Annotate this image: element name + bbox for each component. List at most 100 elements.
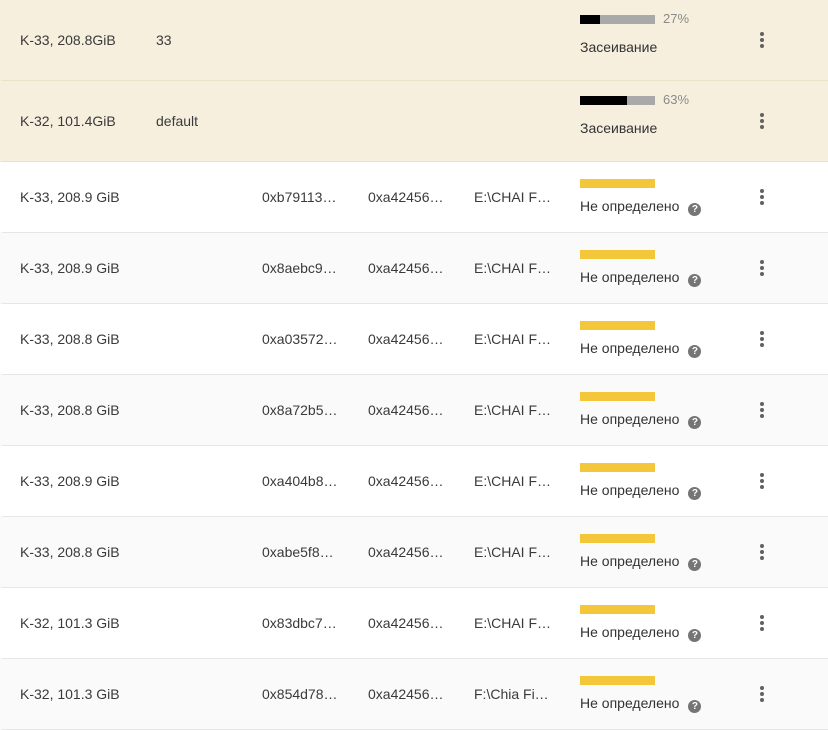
plot-row: K-33, 208.9 GiB 0x8aebc9… 0xa42456… E:\C… — [0, 233, 828, 304]
status-label: Не определено? — [580, 198, 702, 216]
status-label: Не определено? — [580, 695, 702, 713]
more-vert-icon[interactable] — [753, 186, 771, 208]
status-label: Не определено? — [580, 411, 702, 429]
plot-status: Не определено? — [580, 588, 730, 658]
status-text: Не определено — [580, 624, 680, 640]
status-bar — [580, 250, 655, 259]
farmer-public-key: 0xb79113… — [262, 189, 337, 205]
more-vert-icon[interactable] — [753, 29, 771, 51]
status-label: Засеивание — [580, 120, 658, 136]
status-text: Не определено — [580, 553, 680, 569]
status-bar — [580, 179, 655, 188]
plot-size: K-33, 208.8 GiB — [20, 544, 120, 560]
more-vert-icon[interactable] — [753, 541, 771, 563]
status-label: Не определено? — [580, 553, 702, 571]
status-text: Не определено — [580, 340, 680, 356]
help-circle-icon[interactable]: ? — [688, 700, 702, 713]
plot-path: E:\CHAI F… — [474, 189, 552, 205]
pool-public-key: 0xa42456… — [368, 189, 444, 205]
plotting-row: K-32, 101.4GiB default 63% Засеивание — [0, 81, 828, 162]
more-vert-icon[interactable] — [753, 257, 771, 279]
plot-row: K-33, 208.8 GiB 0x8a72b5… 0xa42456… E:\C… — [0, 375, 828, 446]
plot-size: K-33, 208.9 GiB — [20, 189, 120, 205]
farmer-public-key: 0x8aebc9… — [262, 260, 337, 276]
pool-public-key: 0xa42456… — [368, 402, 444, 418]
plot-row: K-33, 208.8 GiB 0xa03572… 0xa42456… E:\C… — [0, 304, 828, 375]
pool-public-key: 0xa42456… — [368, 615, 444, 631]
status-label: Не определено? — [580, 340, 702, 358]
pool-public-key: 0xa42456… — [368, 260, 444, 276]
status-bar — [580, 321, 655, 330]
status-text: Не определено — [580, 695, 680, 711]
pool-public-key: 0xa42456… — [368, 331, 444, 347]
plot-size: K-33, 208.8GiB — [20, 32, 116, 48]
plot-size: K-33, 208.8 GiB — [20, 331, 120, 347]
plot-path: E:\CHAI F… — [474, 402, 552, 418]
progress-percent: 63% — [663, 92, 690, 107]
more-vert-icon[interactable] — [753, 328, 771, 350]
plot-status: Не определено? — [580, 233, 730, 303]
status-bar — [580, 605, 655, 614]
plot-size: K-33, 208.8 GiB — [20, 402, 120, 418]
status-bar — [580, 676, 655, 685]
farmer-public-key: 0x854d78… — [262, 686, 338, 702]
queue-name: 33 — [156, 32, 172, 48]
farmer-public-key: 0xa03572… — [262, 331, 338, 347]
plot-status: 27% Засеивание — [580, 0, 730, 80]
pool-public-key: 0xa42456… — [368, 686, 444, 702]
plot-path: E:\CHAI F… — [474, 544, 552, 560]
plotting-row: K-33, 208.8GiB 33 27% Засеивание — [0, 0, 828, 81]
status-text: Не определено — [580, 482, 680, 498]
status-bar — [580, 463, 655, 472]
progress-percent: 27% — [663, 11, 690, 26]
plot-size: K-32, 101.3 GiB — [20, 615, 120, 631]
plot-status: Не определено? — [580, 446, 730, 516]
progress-fill — [580, 15, 601, 24]
status-label: Не определено? — [580, 624, 702, 642]
help-circle-icon[interactable]: ? — [688, 487, 702, 500]
progress-bar — [580, 15, 655, 24]
pool-public-key: 0xa42456… — [368, 473, 444, 489]
status-label: Засеивание — [580, 39, 658, 55]
status-bar — [580, 534, 655, 543]
more-vert-icon[interactable] — [753, 110, 771, 132]
plot-row: K-33, 208.8 GiB 0xabe5f8… 0xa42456… E:\C… — [0, 517, 828, 588]
help-circle-icon[interactable]: ? — [688, 558, 702, 571]
more-vert-icon[interactable] — [753, 470, 771, 492]
plot-path: E:\CHAI F… — [474, 473, 552, 489]
status-text: Не определено — [580, 411, 680, 427]
status-text: Не определено — [580, 269, 680, 285]
pool-public-key: 0xa42456… — [368, 544, 444, 560]
plot-status: Не определено? — [580, 517, 730, 587]
plot-path: E:\CHAI F… — [474, 331, 552, 347]
farmer-public-key: 0x8a72b5… — [262, 402, 338, 418]
plot-row: K-33, 208.9 GiB 0xa404b8… 0xa42456… E:\C… — [0, 446, 828, 517]
help-circle-icon[interactable]: ? — [688, 416, 702, 429]
plot-row: K-33, 208.9 GiB 0xb79113… 0xa42456… E:\C… — [0, 162, 828, 233]
farmer-public-key: 0xa404b8… — [262, 473, 338, 489]
progress-fill — [580, 96, 628, 105]
help-circle-icon[interactable]: ? — [688, 629, 702, 642]
plot-path: F:\Chia Fi… — [474, 686, 549, 702]
queue-name: default — [156, 113, 199, 129]
plots-table: K-33, 208.8GiB 33 27% Засеивание K-32, 1… — [0, 0, 828, 730]
plot-size: K-33, 208.9 GiB — [20, 260, 120, 276]
help-circle-icon[interactable]: ? — [688, 274, 702, 287]
help-circle-icon[interactable]: ? — [688, 203, 702, 216]
more-vert-icon[interactable] — [753, 683, 771, 705]
status-label: Не определено? — [580, 482, 702, 500]
plot-row: K-32, 101.3 GiB 0x854d78… 0xa42456… F:\C… — [0, 659, 828, 730]
plot-status: Не определено? — [580, 659, 730, 729]
status-label: Не определено? — [580, 269, 702, 287]
plot-status: Не определено? — [580, 375, 730, 445]
status-text: Не определено — [580, 198, 680, 214]
help-circle-icon[interactable]: ? — [688, 345, 702, 358]
more-vert-icon[interactable] — [753, 399, 771, 421]
status-bar — [580, 392, 655, 401]
more-vert-icon[interactable] — [753, 612, 771, 634]
plot-path: E:\CHAI F… — [474, 615, 552, 631]
plot-status: Не определено? — [580, 162, 730, 232]
plot-size: K-32, 101.3 GiB — [20, 686, 120, 702]
progress-bar — [580, 96, 655, 105]
plot-path: E:\CHAI F… — [474, 260, 552, 276]
